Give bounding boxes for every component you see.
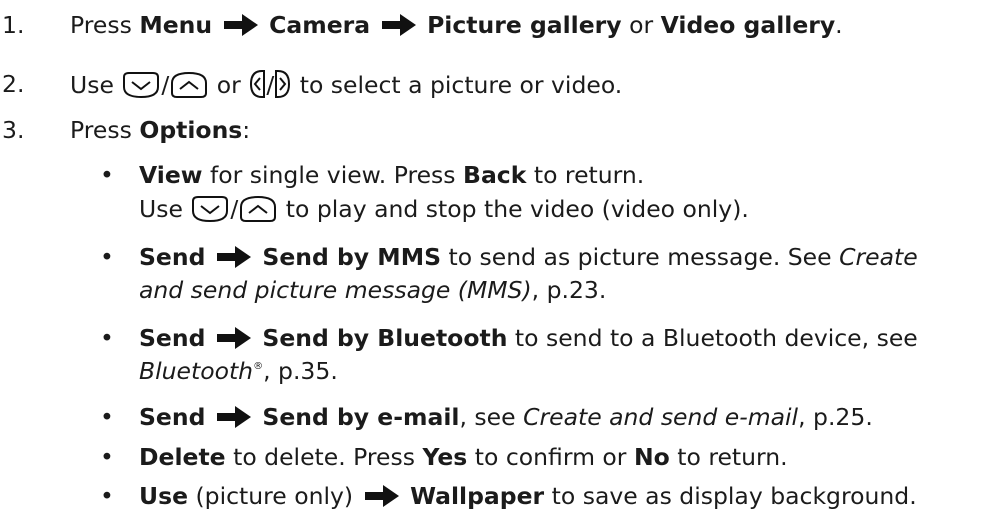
nav-left-key-icon — [250, 70, 266, 98]
nav-up-key-icon — [240, 195, 277, 222]
bullet: • — [100, 243, 114, 271]
right-arrow-icon — [381, 14, 416, 36]
send-mms-option-text-line-2: and send picture message (MMS), p.23. — [139, 276, 607, 304]
right-arrow-icon — [216, 406, 251, 428]
nav-down-key-icon — [123, 72, 160, 99]
menu-label: Menu — [139, 11, 213, 39]
send-bluetooth-option-text-line-2: Bluetooth®, p.35. — [139, 357, 338, 385]
camera-label: Camera — [269, 11, 371, 39]
nav-up-key-icon — [171, 71, 208, 98]
send-bluetooth-option-text: Send Send by Bluetooth to send to a Blue… — [139, 324, 918, 352]
options-label: Options — [139, 116, 243, 144]
step-number: 1. — [2, 11, 25, 39]
bullet: • — [100, 403, 114, 431]
picture-gallery-label: Picture gallery — [427, 11, 622, 39]
step-3-text: Press Options: — [70, 116, 251, 144]
nav-right-key-icon — [275, 70, 291, 98]
delete-option-text: Delete to delete. Press Yes to confirm o… — [139, 443, 788, 471]
send-email-option-text: Send Send by e-mail, see Create and send… — [139, 403, 873, 431]
step-2-text: Use / or / to select a picture or video. — [70, 70, 623, 99]
bullet: • — [100, 443, 114, 471]
bullet: • — [100, 482, 114, 510]
step-number: 2. — [2, 70, 25, 98]
step-1-text: Press Menu Camera Picture gallery or Vid… — [70, 11, 843, 39]
bullet: • — [100, 324, 114, 352]
nav-down-key-icon — [192, 196, 229, 223]
view-option-text-line-2: Use / to play and stop the video (video … — [139, 195, 749, 223]
use-wallpaper-option-text: Use (picture only) Wallpaper to save as … — [139, 482, 917, 510]
send-mms-option-text: Send Send by MMS to send as picture mess… — [139, 243, 918, 271]
video-gallery-label: Video gallery — [660, 11, 836, 39]
right-arrow-icon — [223, 14, 258, 36]
view-option-text: View for single view. Press Back to retu… — [139, 161, 645, 189]
step-number: 3. — [2, 116, 25, 144]
right-arrow-icon — [216, 327, 251, 349]
bullet: • — [100, 161, 114, 189]
right-arrow-icon — [364, 485, 399, 507]
right-arrow-icon — [216, 246, 251, 268]
